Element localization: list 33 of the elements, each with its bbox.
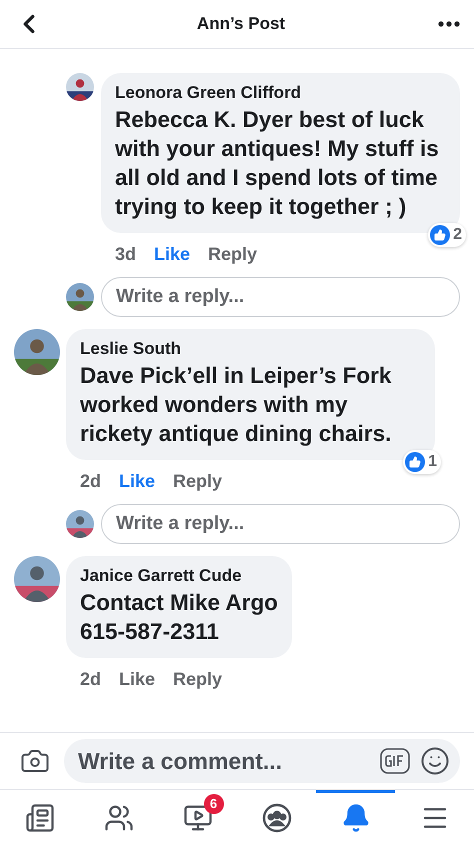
more-button[interactable] xyxy=(438,21,460,27)
reaction-count[interactable]: 2 xyxy=(428,223,466,247)
comment-text: Contact Mike Argo 615-587-2311 xyxy=(80,589,278,646)
groups-icon xyxy=(262,802,292,832)
comment-field[interactable]: Write a comment... xyxy=(64,739,460,783)
comment-time: 2d xyxy=(80,470,102,492)
comment-time: 3d xyxy=(115,244,136,264)
comment-author: Leonora Green Clifford xyxy=(115,83,302,103)
reply-link[interactable]: Reply xyxy=(173,668,222,690)
friends-icon xyxy=(104,802,134,832)
gif-icon[interactable] xyxy=(380,748,410,774)
reaction-count[interactable]: 1 xyxy=(403,450,441,474)
like-link[interactable]: Like xyxy=(119,668,156,690)
comment-text: Rebecca K. Dyer best of luck with your antiques! My stuff is all old and I spend lots of time trying to keep it together ; ) xyxy=(115,106,440,221)
bell-icon xyxy=(340,802,370,832)
comment-author: Janice Garrett Cude xyxy=(80,566,243,586)
notification-badge: 6 xyxy=(204,794,224,814)
reply-field[interactable]: Write a reply... xyxy=(101,277,460,317)
thumbs-up-icon xyxy=(409,456,422,468)
like-link[interactable]: Like xyxy=(119,470,156,492)
reply-link[interactable]: Reply xyxy=(173,470,222,492)
like-link[interactable]: Like xyxy=(154,244,190,264)
comment-author: Leslie South xyxy=(80,339,182,359)
more-icon xyxy=(438,21,460,27)
thumbs-up-icon xyxy=(434,229,446,241)
window-title: Ann’s Post xyxy=(196,14,286,34)
reply-field[interactable]: Write a reply... xyxy=(101,504,460,544)
comment-text: Dave Pick’ell in Leiper’s Fork worked wonders with my rickety antique dining chairs. xyxy=(80,362,392,448)
nav-tab[interactable]: 6 xyxy=(158,790,237,842)
news-feed-icon xyxy=(24,802,54,832)
comment-time: 2d xyxy=(80,668,102,690)
reply-link[interactable]: Reply xyxy=(208,244,258,264)
emoji-icon[interactable] xyxy=(420,746,450,776)
